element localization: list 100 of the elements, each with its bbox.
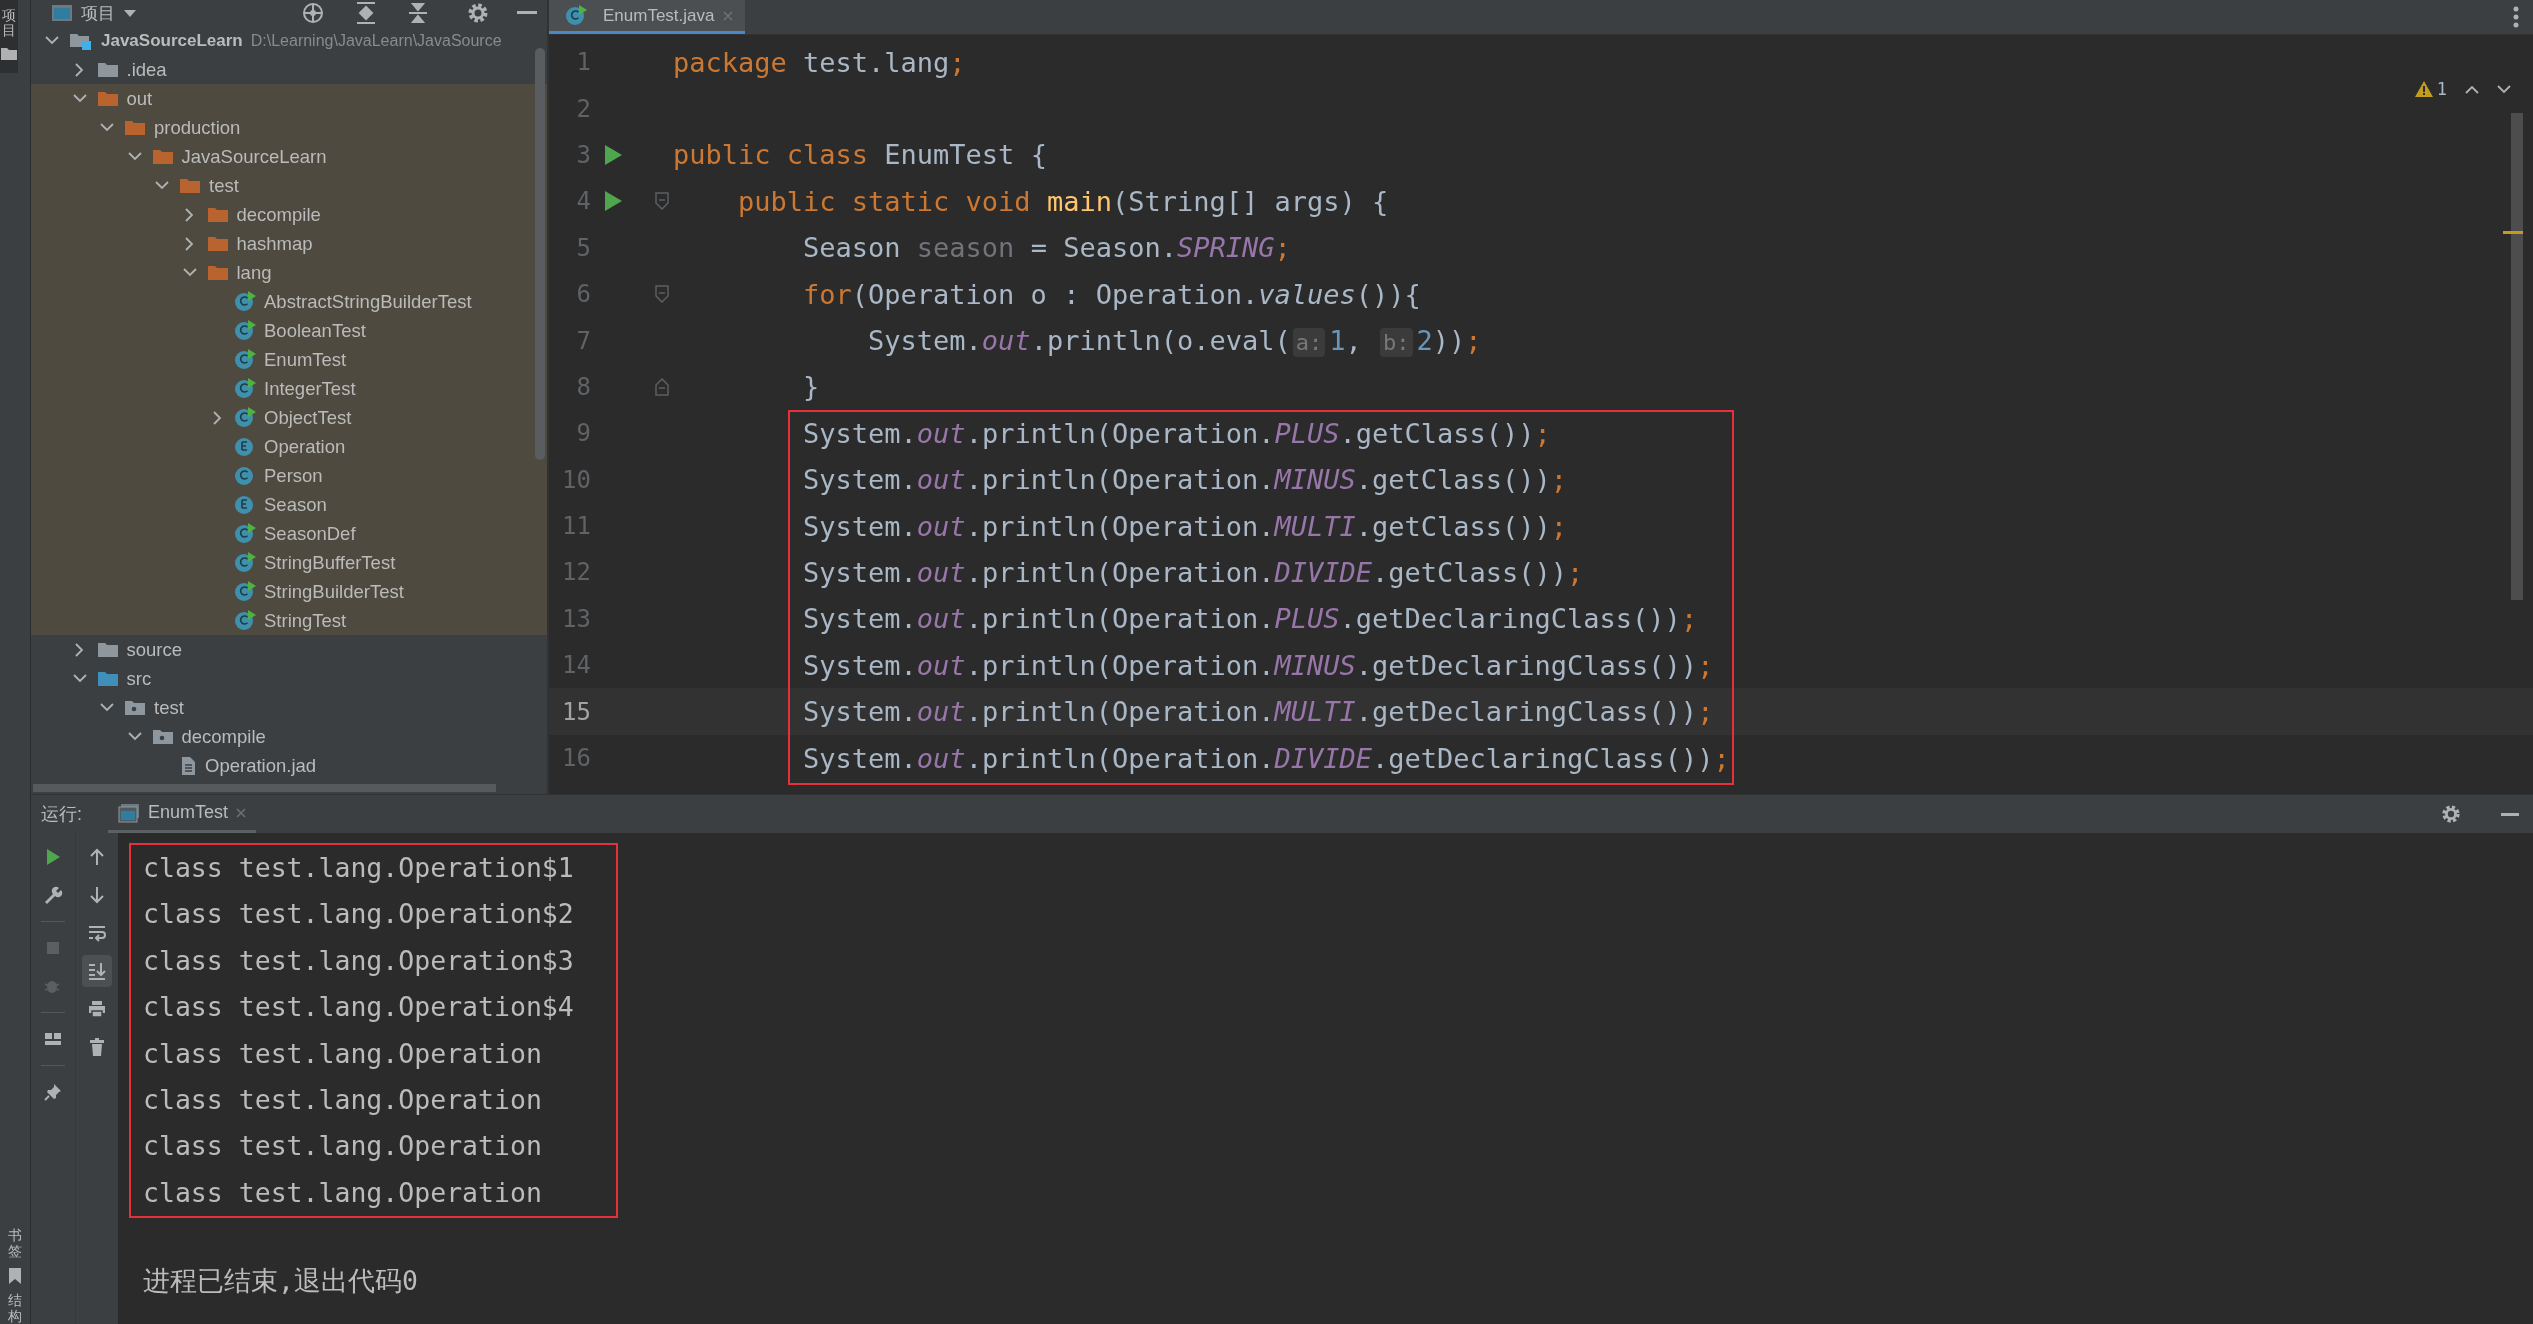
code-line: for(Operation o : Operation.values()){ [802, 278, 1421, 310]
collapse-all-icon[interactable] [407, 1, 429, 25]
chevron-right-icon[interactable] [75, 642, 84, 657]
tool-window-label[interactable]: 结构 [8, 1293, 22, 1324]
line-number: 13 [561, 604, 591, 633]
locate-icon[interactable] [301, 1, 325, 25]
console-line: class test.lang.Operation [143, 1082, 543, 1117]
line-number: 9 [575, 419, 591, 448]
run-icon[interactable] [603, 190, 623, 213]
line-number: 11 [561, 512, 591, 541]
tree-item[interactable]: source [31, 635, 547, 664]
code-line: Season season = Season.SPRING; [802, 232, 1291, 264]
file-icon [179, 754, 197, 777]
panel-title[interactable]: 项目 [81, 1, 115, 25]
tree-item[interactable]: lang [31, 258, 547, 287]
chevron-down-icon[interactable] [72, 94, 87, 103]
tree-item[interactable]: decompile [31, 722, 547, 751]
tree-item[interactable]: StringBufferTest [31, 548, 547, 577]
tree-item[interactable]: EnumTest [31, 345, 547, 374]
tree-item[interactable]: production [31, 113, 547, 142]
code-line: System.out.println(Operation.MULTI.getClass()); [802, 510, 1568, 542]
tree-item[interactable]: Season [31, 490, 547, 519]
tree-item[interactable]: Person [31, 461, 547, 490]
line-number: 1 [575, 48, 591, 77]
class-icon [565, 4, 587, 27]
line-number: 6 [575, 280, 591, 309]
tree-item[interactable]: JavaSourceLearn D:\Learning\JavaLearn\JavaSource [31, 26, 547, 55]
chevron-down-icon[interactable] [127, 152, 142, 161]
fold-marker-icon[interactable] [655, 192, 669, 211]
tree-item[interactable]: Operation.jad [31, 751, 547, 780]
chevron-right-icon[interactable] [75, 62, 84, 77]
window-icon [51, 3, 73, 23]
project-tool-button[interactable]: 项目 [0, 0, 18, 73]
console-line: class test.lang.Operation$4 [143, 990, 574, 1025]
chevron-down-icon[interactable] [100, 123, 114, 132]
line-number: 15 [561, 697, 591, 726]
tree-item[interactable]: .idea [31, 55, 547, 84]
tree-item[interactable]: hashmap [31, 229, 547, 258]
scroll-to-end-button[interactable] [82, 955, 112, 987]
chevron-down-icon[interactable] [45, 36, 59, 45]
console-line: class test.lang.Operation [143, 1175, 543, 1210]
chevron-down-icon[interactable] [72, 674, 87, 683]
code-line: public class EnumTest { [673, 139, 1047, 171]
more-icon[interactable] [2513, 6, 2519, 28]
fold-marker-icon[interactable] [655, 285, 669, 304]
tree-item[interactable]: src [31, 664, 547, 693]
expand-all-icon[interactable] [355, 1, 377, 25]
tree-item[interactable]: ObjectTest [31, 403, 547, 432]
run-tab[interactable]: EnumTest [108, 795, 257, 833]
tree-item[interactable]: SeasonDef [31, 519, 547, 548]
scrollbar[interactable] [535, 48, 545, 460]
console-line: class test.lang.Operation [143, 1129, 543, 1164]
tree-item[interactable]: StringTest [31, 606, 547, 635]
chevron-right-icon[interactable] [212, 410, 222, 425]
tree-item[interactable]: out [31, 84, 547, 113]
chevron-down-icon[interactable] [155, 181, 169, 190]
minimize-icon[interactable] [2501, 812, 2519, 816]
warning-count[interactable]: 1 [2436, 79, 2447, 99]
chevron-down-icon[interactable] [2497, 84, 2511, 94]
run-label: 运行: [41, 803, 82, 826]
chevron-up-icon[interactable] [2465, 84, 2479, 94]
scrollbar[interactable] [33, 784, 496, 792]
scrollbar[interactable] [2511, 113, 2523, 600]
tree-item[interactable]: AbstractStringBuilderTest [31, 287, 547, 316]
line-number: 3 [575, 140, 591, 169]
tree-item[interactable]: BooleanTest [31, 316, 547, 345]
fold-marker-icon[interactable] [655, 377, 669, 396]
editor-tab[interactable]: EnumTest.java [549, 0, 745, 34]
console-line: class test.lang.Operation$3 [143, 943, 574, 978]
tree-item[interactable]: test [31, 693, 547, 722]
tool-window-label[interactable]: 书签 [8, 1228, 22, 1260]
minimize-icon[interactable] [517, 11, 537, 15]
code-line: System.out.println(Operation.MINUS.getClass()); [802, 464, 1568, 496]
tree-item[interactable]: decompile [31, 200, 547, 229]
chevron-down-icon[interactable] [127, 732, 142, 741]
chevron-down-icon[interactable] [100, 703, 114, 712]
code-line: System.out.println(Operation.PLUS.getDeclaringClass()); [802, 603, 1698, 635]
line-number: 14 [561, 651, 591, 680]
run-icon[interactable] [603, 143, 623, 166]
tree-item[interactable]: JavaSourceLearn [31, 142, 547, 171]
bookmark-icon[interactable] [8, 1267, 22, 1286]
code-line: System.out.println(Operation.PLUS.getClass()); [802, 417, 1551, 449]
code-line: System.out.println(o.eval( a: 1, b: 2)); [867, 325, 1482, 357]
trash-icon [87, 1037, 107, 1057]
settings-icon[interactable] [2441, 804, 2461, 824]
caret-icon[interactable] [123, 8, 137, 18]
tree-item[interactable]: test [31, 171, 547, 200]
chevron-right-icon[interactable] [185, 207, 194, 222]
chevron-right-icon[interactable] [185, 236, 194, 251]
code-line: System.out.println(Operation.DIVIDE.getDeclaringClass()); [802, 742, 1730, 774]
tree-item[interactable]: IntegerTest [31, 374, 547, 403]
settings-icon[interactable] [467, 2, 489, 24]
tree-item[interactable]: Operation [31, 432, 547, 461]
code-line: public static void main(String[] args) { [737, 185, 1389, 217]
chevron-down-icon[interactable] [182, 268, 197, 277]
warning-icon[interactable] [2414, 81, 2433, 97]
console-line: class test.lang.Operation$1 [143, 851, 574, 885]
window-icon [118, 802, 140, 823]
tree-item[interactable]: StringBuilderTest [31, 577, 547, 606]
line-number: 16 [561, 744, 591, 773]
